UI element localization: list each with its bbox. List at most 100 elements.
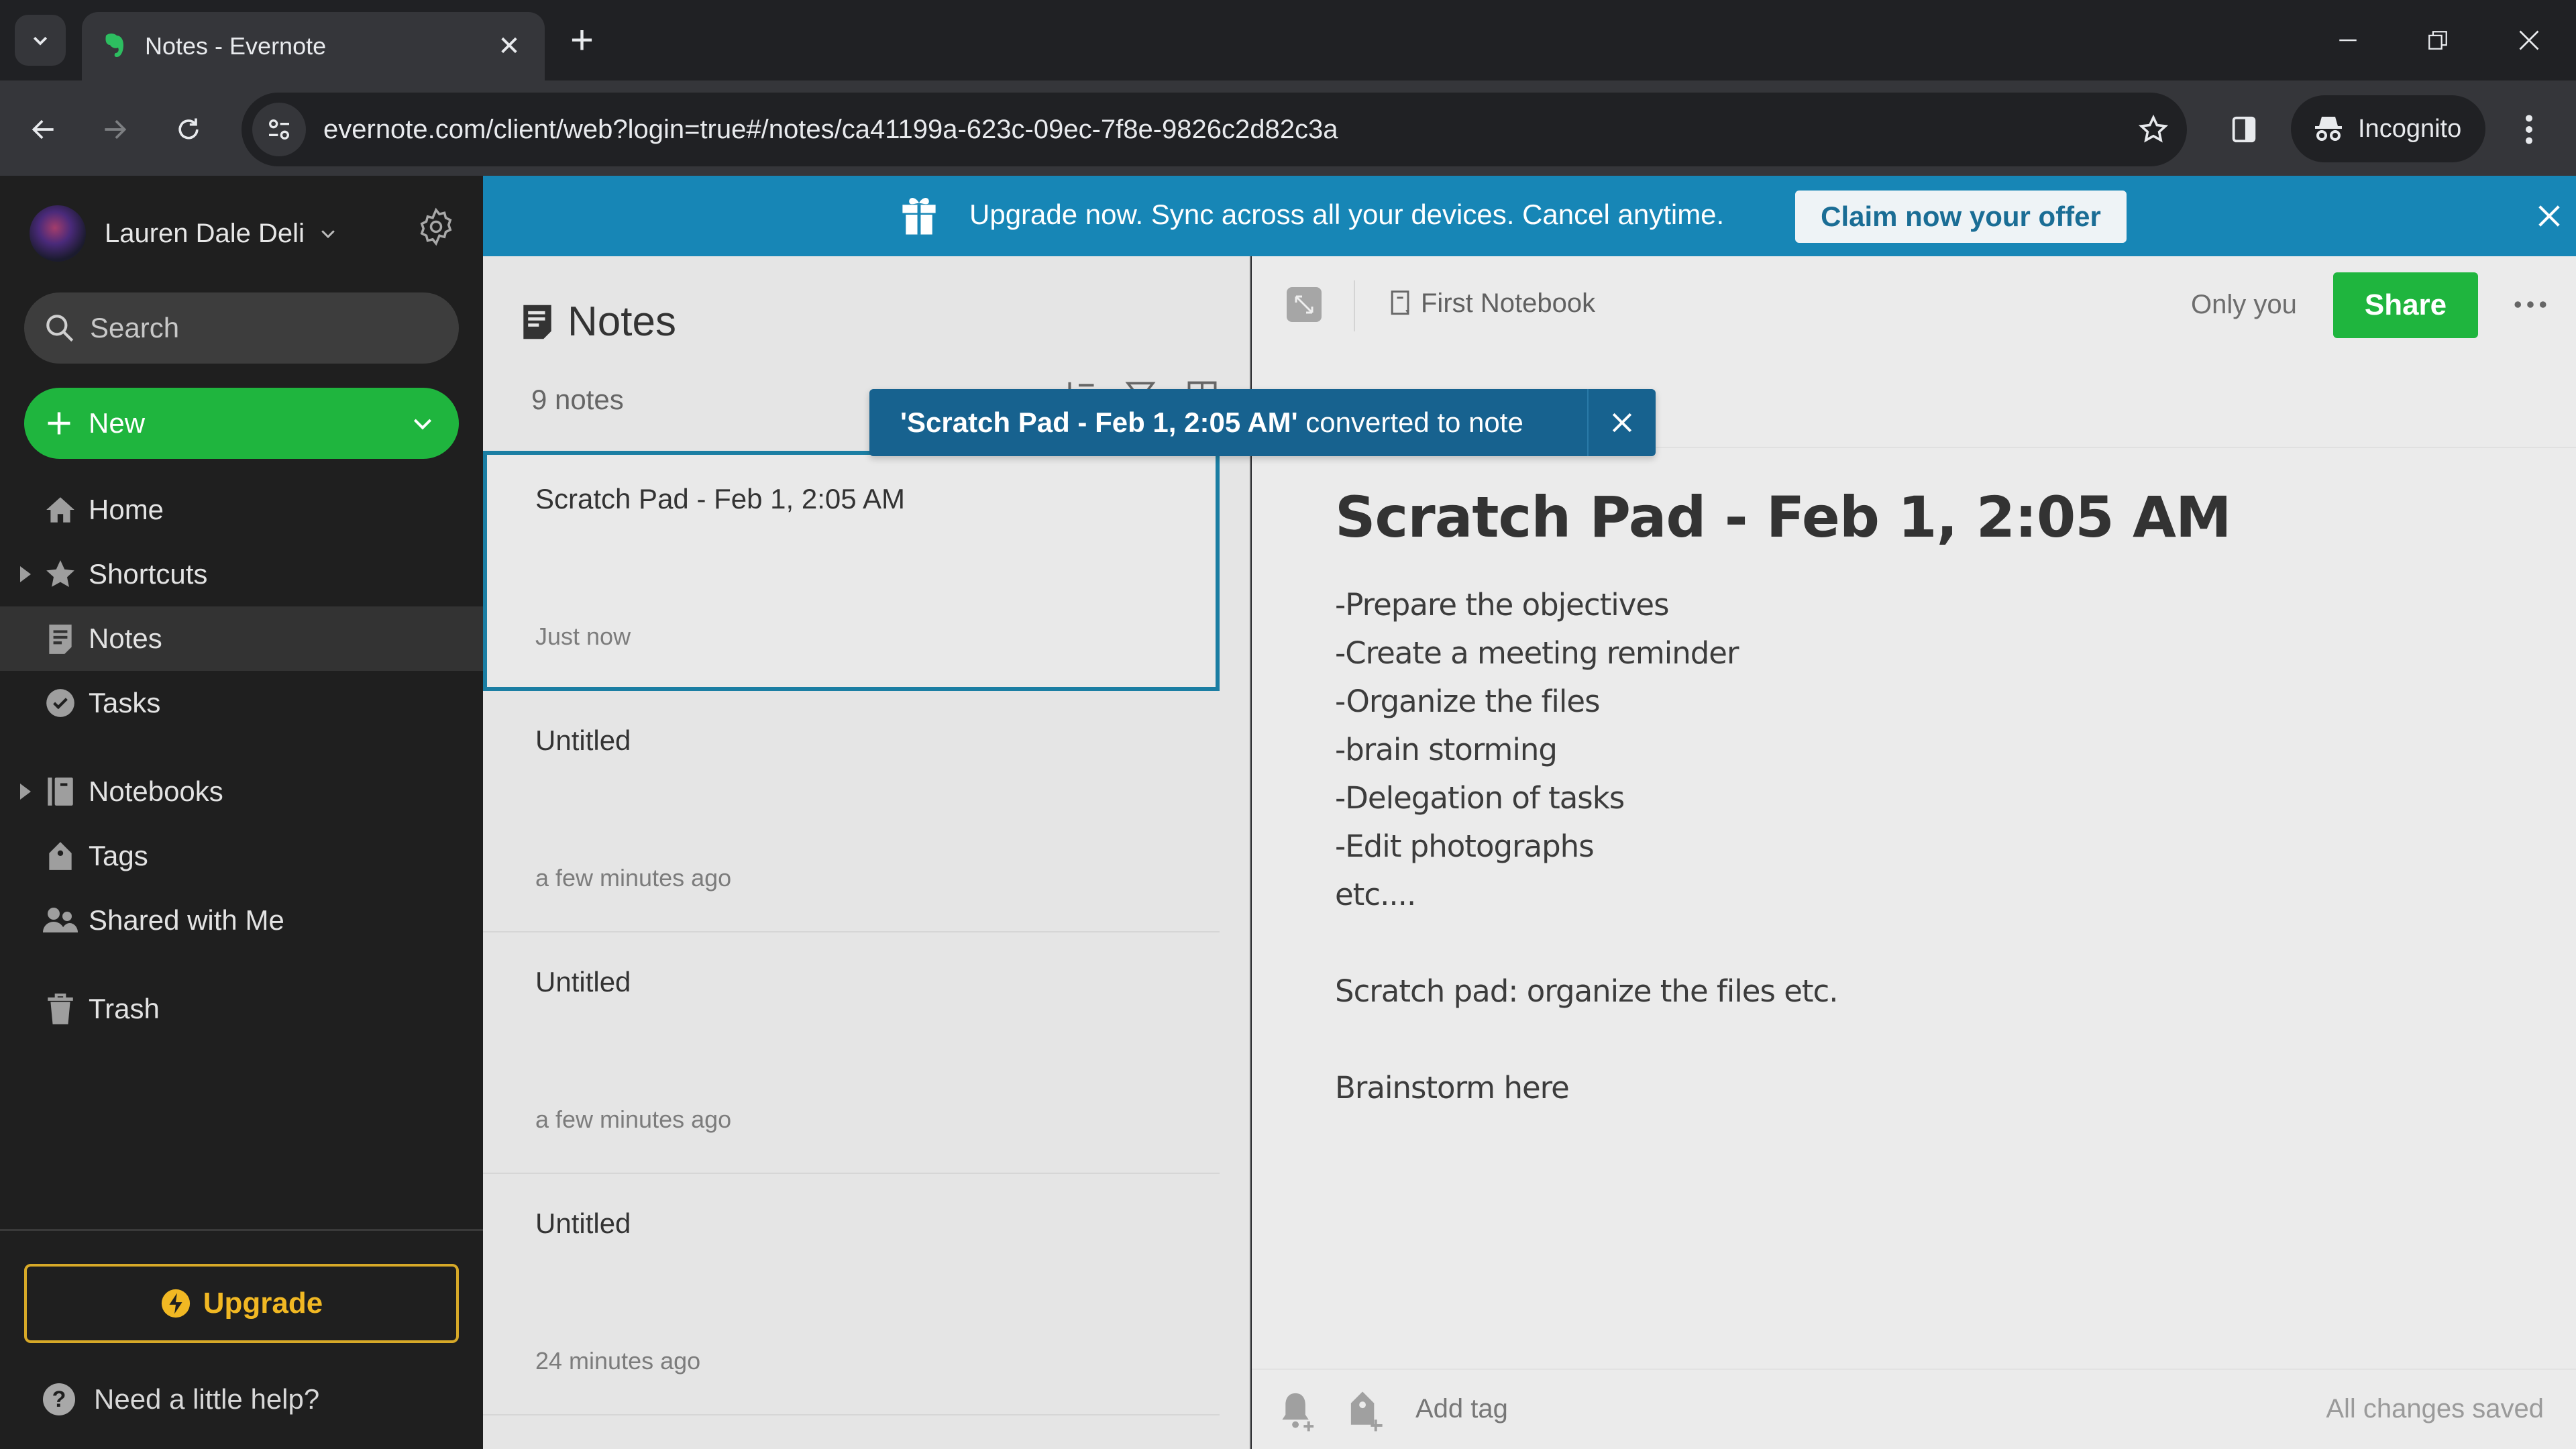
promo-close-button[interactable] [2529,196,2569,236]
toast-close-button[interactable] [1589,389,1656,456]
more-horizontal-icon [2514,301,2546,308]
note-list-item[interactable]: Scratch Pad - Feb 1, 2:05 AM Just now [483,451,1220,691]
note-line[interactable]: -Create a meeting reminder [1335,629,2475,678]
star-outline-icon [2138,114,2169,143]
note-list-heading: Notes [568,299,676,345]
note-list-item[interactable]: Untitled a few minutes ago [483,692,1220,932]
visibility-label[interactable]: Only you [2191,290,2297,320]
note-title[interactable]: Scratch Pad - Feb 1, 2:05 AM [1335,484,2475,550]
address-bar[interactable]: evernote.com/client/web?login=true#/note… [241,93,2187,166]
chevron-down-icon[interactable] [409,410,436,437]
evernote-app: Lauren Dale Deli New Home Shortcuts [0,176,2576,1449]
promo-banner: Upgrade now. Sync across all your device… [483,176,2576,256]
note-line[interactable]: etc.... [1335,871,2475,919]
site-info-button[interactable] [252,103,306,156]
note-blank-line[interactable] [1335,919,2475,967]
browser-menu-button[interactable] [2512,106,2546,153]
add-tag-icon-button[interactable] [1347,1390,1385,1436]
add-tag-input[interactable]: Add tag [1415,1394,1508,1424]
tag-icon [49,842,72,870]
search-field[interactable] [24,292,459,364]
note-item-title: Untitled [535,966,631,998]
notebook-name: First Notebook [1421,288,1596,318]
note-item-title: Scratch Pad - Feb 1, 2:05 AM [535,483,905,515]
note-line[interactable]: -Edit photographs [1335,822,2475,871]
upgrade-label: Upgrade [203,1287,323,1320]
toast-suffix: converted to note [1297,407,1523,438]
note-line[interactable]: Brainstorm here [1335,1064,2475,1112]
account-menu[interactable]: Lauren Dale Deli [30,205,338,262]
sidebar-item-notes[interactable]: Notes [0,606,483,671]
new-label: New [89,407,146,439]
sidebar-item-home[interactable]: Home [0,478,483,542]
share-button[interactable]: Share [2333,272,2478,338]
caret-right-icon[interactable] [20,784,31,800]
chevron-down-icon [33,36,48,46]
editor-body[interactable]: Scratch Pad - Feb 1, 2:05 AM -Prepare th… [1335,484,2475,1112]
sidebar-item-shared-with-me[interactable]: Shared with Me [0,888,483,953]
sidebar-item-tags[interactable]: Tags [0,824,483,888]
sidebar-item-label: Home [89,494,164,525]
url-text[interactable]: evernote.com/client/web?login=true#/note… [323,115,2120,145]
sidebar-item-label: Notebooks [89,775,223,807]
sidebar: Lauren Dale Deli New Home Shortcuts [0,176,483,1449]
forward-button[interactable] [91,106,138,153]
check-circle-icon [46,689,74,717]
account-name: Lauren Dale Deli [105,218,305,248]
note-line[interactable]: -Prepare the objectives [1335,581,2475,629]
help-label: Need a little help? [94,1383,320,1415]
save-status: All changes saved [2326,1394,2544,1424]
upgrade-button[interactable]: Upgrade [24,1264,459,1343]
note-line[interactable]: -Delegation of tasks [1335,774,2475,822]
sidebar-item-label: Notes [89,623,162,654]
sidebar-item-shortcuts[interactable]: Shortcuts [0,542,483,606]
back-button[interactable] [20,106,67,153]
sidebar-item-trash[interactable]: Trash [0,977,483,1041]
note-list-item[interactable]: Untitled a few minutes ago [483,934,1220,1174]
note-list-title: Notes [522,298,676,345]
note-line[interactable]: -Organize the files [1335,678,2475,726]
incognito-indicator[interactable]: Incognito [2291,95,2485,162]
add-reminder-button[interactable] [1280,1390,1318,1436]
sidebar-item-notebooks[interactable]: Notebooks [0,759,483,824]
claim-offer-button[interactable]: Claim now your offer [1795,191,2127,243]
toast-message: 'Scratch Pad - Feb 1, 2:05 AM' converted… [869,407,1587,439]
settings-button[interactable] [416,207,456,247]
reload-button[interactable] [165,106,212,153]
note-blank-line[interactable] [1335,1016,2475,1064]
new-note-button[interactable]: New [24,388,459,459]
promo-text: Upgrade now. Sync across all your device… [969,199,1725,230]
tab-search-button[interactable] [15,15,66,66]
tab-close-button[interactable]: ✕ [492,31,526,62]
close-icon [2538,205,2560,227]
sidebar-item-label: Tags [89,840,148,871]
sidebar-item-tasks[interactable]: Tasks [0,671,483,735]
help-link[interactable]: ? Need a little help? [43,1383,319,1415]
side-panel-button[interactable] [2220,106,2267,153]
notebook-selector[interactable]: First Notebook [1389,288,1595,319]
more-options-button[interactable] [2510,291,2551,318]
evernote-logo-icon [105,34,123,57]
browser-tab[interactable]: Notes - Evernote ✕ [82,12,545,80]
side-panel-icon [2232,116,2256,143]
expand-button[interactable] [1287,287,1322,322]
expand-icon [1295,295,1313,314]
note-item-time: 24 minutes ago [535,1347,701,1375]
note-line[interactable]: Scratch pad: organize the files etc. [1335,967,2475,1016]
caret-right-icon[interactable] [20,566,31,582]
note-line[interactable]: -brain storming [1335,726,2475,774]
note-content[interactable]: -Prepare the objectives -Create a meeting… [1335,581,2475,1112]
help-icon: ? [43,1383,75,1415]
chevron-down-icon [321,230,335,239]
search-input[interactable] [90,312,439,344]
note-list-item[interactable]: Untitled 24 minutes ago [483,1175,1220,1415]
trash-icon [48,994,73,1024]
bookmark-button[interactable] [2120,113,2187,146]
minimize-button[interactable] [2314,15,2381,66]
new-tab-button[interactable]: + [570,20,594,60]
restore-button[interactable] [2404,15,2471,66]
window-close-button[interactable] [2496,15,2563,66]
home-icon [46,497,74,523]
notebook-icon [48,777,73,806]
search-icon [46,315,74,342]
